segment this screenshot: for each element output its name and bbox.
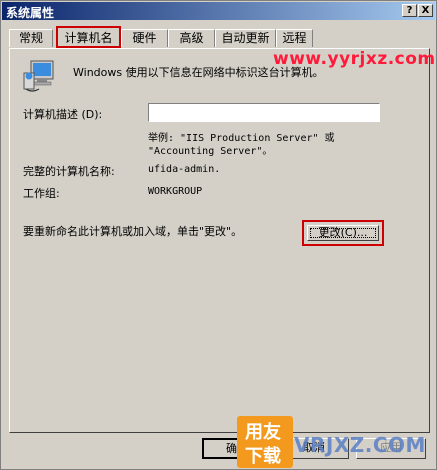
help-button[interactable]: ? bbox=[402, 4, 417, 17]
logo-text-top: 用友 bbox=[245, 422, 281, 443]
computer-icon bbox=[23, 60, 54, 92]
computer-description-input[interactable] bbox=[148, 103, 380, 122]
change-button-highlight: 更改(C)... bbox=[302, 220, 384, 246]
tab-advanced[interactable]: 高级 bbox=[168, 29, 215, 47]
tab-remote[interactable]: 远程 bbox=[276, 29, 313, 47]
watermark-logo: 用友 下载 bbox=[237, 416, 293, 468]
example-text-line2: "Accounting Server"。 bbox=[148, 146, 273, 157]
rename-instruction: 要重新命名此计算机或加入域，单击"更改"。 bbox=[23, 225, 243, 238]
workgroup-value: WORKGROUP bbox=[148, 186, 203, 197]
watermark-url-bottom: VRJXZ.COM bbox=[294, 433, 426, 457]
close-button[interactable]: X bbox=[418, 4, 433, 17]
window-title: 系统属性 bbox=[6, 6, 55, 20]
workgroup-label: 工作组: bbox=[23, 187, 60, 200]
title-bar[interactable]: 系统属性 ? X bbox=[2, 2, 435, 20]
full-name-value: ufida-admin. bbox=[148, 164, 221, 175]
watermark-url-top: www.yyrjxz.com bbox=[273, 49, 436, 69]
full-name-label: 完整的计算机名称: bbox=[23, 165, 115, 178]
tab-hardware[interactable]: 硬件 bbox=[121, 29, 168, 47]
logo-text-bottom: 下载 bbox=[245, 446, 281, 467]
description-label: 计算机描述 (D): bbox=[23, 108, 103, 121]
tab-automatic-updates[interactable]: 自动更新 bbox=[215, 29, 276, 47]
tab-computer-name[interactable]: 计算机名 bbox=[56, 26, 121, 48]
tab-general[interactable]: 常规 bbox=[9, 29, 53, 47]
change-button[interactable]: 更改(C)... bbox=[307, 225, 379, 241]
system-properties-window: 系统属性 ? X 常规 计算机名 硬件 高级 自动更新 远程 Windows 使… bbox=[0, 0, 437, 470]
